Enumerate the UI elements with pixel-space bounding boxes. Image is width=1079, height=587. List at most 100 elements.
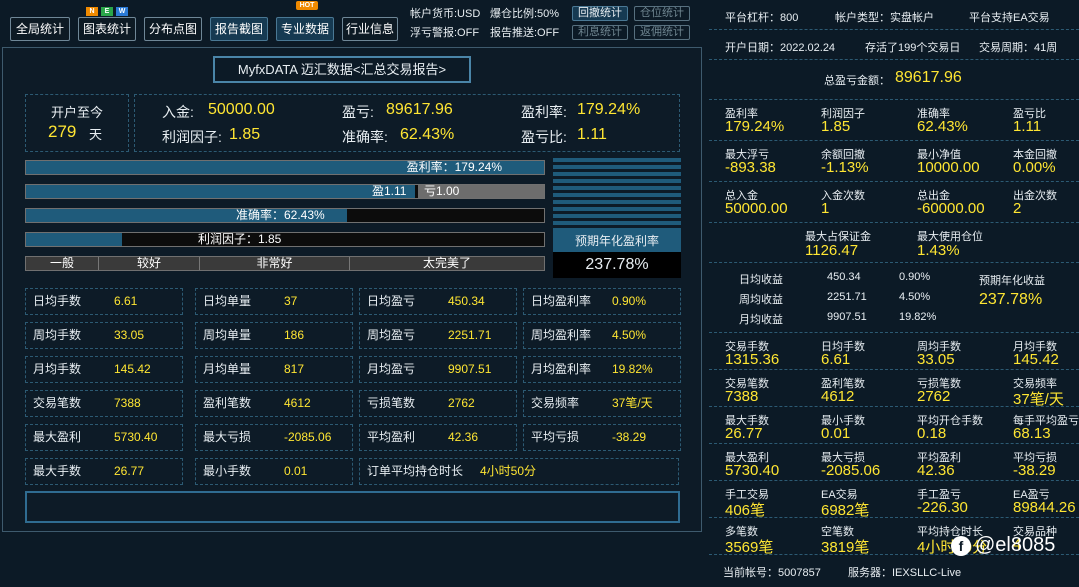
float-warn-toggle[interactable]: 浮亏警报:OFF [410, 26, 479, 40]
stat-cell: 周均单量 186 [195, 322, 353, 349]
avg-label: 日均收益 [739, 274, 783, 286]
total-value: 89617.96 [895, 69, 962, 86]
right-stat-value: 50000.00 [725, 200, 788, 217]
stat-cell: 盈利笔数 4612 [195, 390, 353, 417]
stat-cell: 交易频率 37笔/天 [523, 390, 681, 417]
report-push-toggle[interactable]: 报告推送:OFF [490, 26, 559, 40]
right-margin-row: 最大占保证金 1126.47 最大使用仓位 1.43% [709, 223, 1079, 263]
stat-value: 42.36 [448, 430, 479, 444]
avg-label: 月均收益 [739, 314, 783, 326]
right-stat-value: 4612 [821, 388, 855, 405]
profit-rate-bar: 盈利率：179.24% [25, 160, 545, 175]
right-total-row: 总盈亏金额： 89617.96 [709, 60, 1079, 100]
stat-label: 月均盈利率 [531, 362, 592, 376]
stat-cell: 周均盈利率 4.50% [523, 322, 681, 349]
stat-value: 4612 [284, 396, 311, 410]
accuracy-value: 62.43% [400, 126, 455, 143]
avg-value: 19.82% [899, 311, 937, 323]
accuracy-bar-label: 准确率：62.43% [236, 208, 325, 222]
stat-value: 0.90% [612, 294, 647, 308]
hold-time-cell: 订单平均持仓时长 4小时50分 [359, 458, 679, 485]
stat-value: 33.05 [114, 328, 145, 342]
stat-cell: 月均手数 145.42 [25, 356, 183, 383]
interest-stats-button[interactable]: 利息统计 [572, 25, 628, 40]
right-stat-value: 37笔/天 [1013, 391, 1064, 408]
stat-label: 盈利笔数 [203, 396, 252, 410]
grade-average: 一般 [26, 257, 99, 270]
report-title: MyfxDATA 迈汇数据<汇总交易报告> [213, 56, 471, 83]
right-stat-value: 0.01 [821, 425, 851, 442]
grade-perfect: 太完美了 [422, 256, 471, 270]
chart-stats-button[interactable]: 图表统计 [78, 17, 136, 41]
right-stat-value: -226.30 [917, 499, 968, 516]
right-stat-value: 62.43% [917, 118, 968, 135]
hold-time-label: 订单平均持仓时长 [367, 464, 464, 478]
profit-label: 盈亏: [342, 104, 374, 120]
new-badge-w: W [116, 7, 128, 16]
facebook-icon: f [951, 536, 971, 556]
right-stat-value: 6.61 [821, 351, 851, 368]
bottom-empty-box [25, 491, 680, 523]
stat-label: 周均盈利率 [531, 328, 592, 342]
margin-value: 1126.47 [805, 242, 859, 259]
right-stat-value: 33.05 [917, 351, 955, 368]
loss-bar-label: 亏1.00 [424, 184, 460, 198]
profit-factor-bar-label: 利润因子：1.85 [198, 232, 282, 246]
stat-cell: 周均手数 33.05 [25, 322, 183, 349]
right-stat-value: -1.13% [821, 159, 869, 176]
stat-value: 186 [284, 328, 305, 342]
right-stat-value: 68.13 [1013, 425, 1051, 442]
avg-value: 450.34 [827, 271, 861, 283]
profit-value: 89617.96 [386, 101, 453, 118]
report-screenshot-button[interactable]: 报告截图 [210, 17, 268, 41]
avg-value: 9907.51 [827, 311, 867, 323]
ea-support: 平台支持EA交易 [969, 12, 1050, 24]
rebate-stats-button[interactable]: 返佣统计 [634, 25, 690, 40]
profit-factor-bar-fill [26, 233, 122, 246]
stat-cell: 平均盈利 42.36 [359, 424, 517, 451]
win-bar-label: 盈1.11 [372, 184, 407, 198]
distribution-button[interactable]: 分布点图 [144, 17, 202, 41]
stat-value: 7388 [114, 396, 141, 410]
accuracy-bar: 准确率：62.43% [25, 208, 545, 223]
stat-value: 5730.40 [114, 430, 158, 444]
active-days: 存活了199个交易日 [865, 42, 961, 54]
right-header-row1: 平台杠杆：800 帐户类型：实盘帐户 平台支持EA交易 [709, 0, 1079, 30]
since-open-unit: 天 [89, 127, 103, 142]
stat-value: 817 [284, 362, 305, 376]
stat-label: 最大盈利 [33, 430, 82, 444]
annual-stripes [553, 158, 681, 230]
stat-cell: 日均手数 6.61 [25, 288, 183, 315]
right-stat-row: 盈利率 179.24% 利润因子 1.85 准确率 62.43% 盈亏比 1.11 [709, 100, 1079, 141]
stat-label: 日均手数 [33, 294, 82, 308]
avg-value: 2251.71 [827, 291, 867, 303]
right-stat-value: 2 [1013, 200, 1022, 217]
right-stat-row: 交易手数 1315.36 日均手数 6.61 周均手数 33.05 月均手数 145.42 [709, 333, 1079, 370]
annual-label: 预期年化盈利率 [553, 230, 681, 252]
stat-cell: 交易笔数 7388 [25, 390, 183, 417]
stat-value: 37 [284, 294, 298, 308]
industry-info-button[interactable]: 行业信息 [342, 17, 398, 41]
profit-rate-bar-label: 盈利率：179.24% [406, 160, 502, 174]
right-stat-value: -893.38 [725, 159, 776, 176]
since-open-days: 279 [48, 122, 77, 141]
right-stat-value: -38.29 [1013, 462, 1056, 479]
new-badge-n: N [86, 7, 98, 16]
right-stat-value: 1 [821, 200, 830, 217]
hold-time-value: 4小时50分 [480, 464, 537, 478]
win-bar-fill [26, 185, 415, 198]
leverage-ratio-toggle[interactable]: 爆仓比例:50% [490, 7, 559, 21]
stat-cell: 最大亏损 -2085.06 [195, 424, 353, 451]
pro-data-button[interactable]: 专业数据 [276, 17, 334, 41]
usage-value: 1.43% [917, 242, 960, 259]
total-label: 总盈亏金额： [824, 75, 890, 87]
right-summary-panel: 平台杠杆：800 帐户类型：实盘帐户 平台支持EA交易 开户日期：2022.02… [709, 0, 1079, 587]
profit-factor-bar: 利润因子：1.85 [25, 232, 545, 247]
retrace-stats-button[interactable]: 回撤统计 [572, 6, 628, 21]
right-stat-value: -2085.06 [821, 462, 881, 479]
right-stat-row: 最大盈利 5730.40 最大亏损 -2085.06 平均盈利 42.36 平均亏损 -38.… [709, 444, 1079, 481]
global-stats-button[interactable]: 全局统计 [10, 17, 70, 41]
position-stats-button[interactable]: 仓位统计 [634, 6, 690, 21]
stat-label: 交易笔数 [33, 396, 82, 410]
stat-label: 亏损笔数 [367, 396, 416, 410]
